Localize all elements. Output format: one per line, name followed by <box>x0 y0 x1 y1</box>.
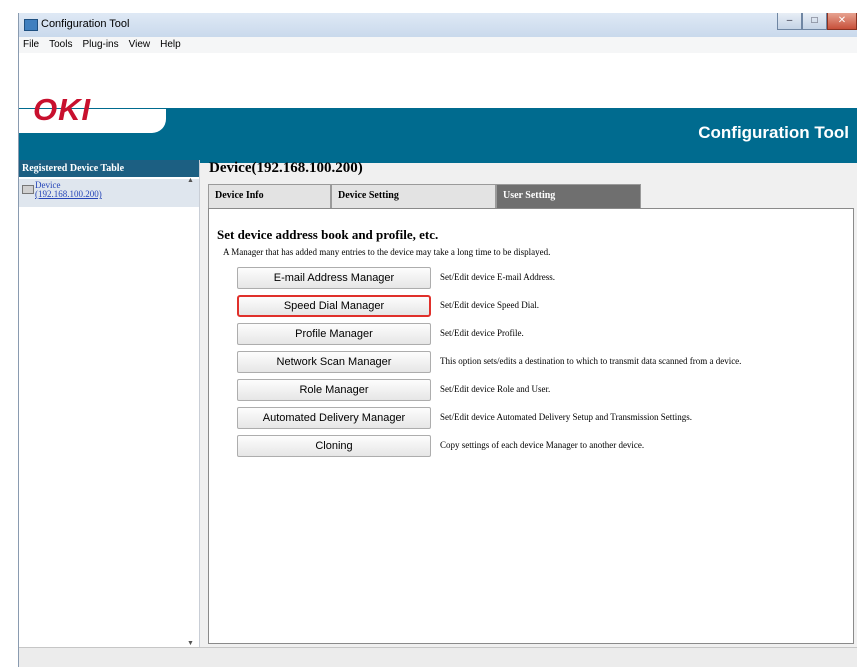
manager-description: Set/Edit device Role and User. <box>440 384 551 394</box>
network-scan-manager-button[interactable]: Network Scan Manager <box>237 351 431 373</box>
sidebar: Registered Device Table Device (192.168.… <box>19 160 200 647</box>
tab-user-setting[interactable]: User Setting <box>496 184 641 208</box>
manager-row: Profile Manager Set/Edit device Profile. <box>237 323 847 345</box>
window-title: Configuration Tool <box>41 18 130 30</box>
title-bar: Configuration Tool – □ ✕ <box>19 13 857 37</box>
manager-description: Set/Edit device Profile. <box>440 328 524 338</box>
window-controls: – □ ✕ <box>777 13 857 31</box>
manager-row: Speed Dial Manager Set/Edit device Speed… <box>237 295 847 317</box>
minimize-button[interactable]: – <box>777 13 802 30</box>
device-ip-link[interactable]: (192.168.100.200) <box>35 189 102 199</box>
role-manager-button[interactable]: Role Manager <box>237 379 431 401</box>
automated-delivery-manager-button[interactable]: Automated Delivery Manager <box>237 407 431 429</box>
tab-device-info[interactable]: Device Info <box>208 184 331 208</box>
sidebar-scrollbar[interactable]: ▲ ▼ <box>187 177 197 647</box>
oki-logo: OKI <box>33 92 92 127</box>
panel-heading: Set device address book and profile, etc… <box>217 227 439 242</box>
menu-bar: File Tools Plug-ins View Help <box>19 37 857 53</box>
app-icon <box>24 19 38 31</box>
page-title: Device(192.168.100.200) <box>209 160 363 176</box>
sidebar-item-device[interactable]: Device (192.168.100.200) <box>19 179 199 207</box>
manager-description: Copy settings of each device Manager to … <box>440 440 645 450</box>
manager-row: Automated Delivery Manager Set/Edit devi… <box>237 407 847 429</box>
scroll-down-icon[interactable]: ▼ <box>187 640 194 647</box>
manager-row: E-mail Address Manager Set/Edit device E… <box>237 267 847 289</box>
profile-manager-button[interactable]: Profile Manager <box>237 323 431 345</box>
speed-dial-manager-button[interactable]: Speed Dial Manager <box>237 295 431 317</box>
scroll-up-icon[interactable]: ▲ <box>187 177 194 184</box>
printer-icon <box>22 185 34 194</box>
user-setting-panel: Set device address book and profile, etc… <box>208 208 854 644</box>
brand-title: Configuration Tool <box>698 123 849 142</box>
manager-row: Role Manager Set/Edit device Role and Us… <box>237 379 847 401</box>
menu-view[interactable]: View <box>125 37 157 53</box>
menu-plugins[interactable]: Plug-ins <box>78 37 124 53</box>
manager-description: This option sets/edits a destination to … <box>440 356 742 366</box>
status-bar <box>19 647 857 667</box>
close-button[interactable]: ✕ <box>827 13 857 30</box>
manager-row: Cloning Copy settings of each device Man… <box>237 435 847 457</box>
manager-description: Set/Edit device E-mail Address. <box>440 272 555 282</box>
tab-bar: Device Info Device Setting User Setting <box>208 184 641 208</box>
maximize-button[interactable]: □ <box>802 13 827 30</box>
sidebar-title: Registered Device Table <box>19 160 199 177</box>
cloning-button[interactable]: Cloning <box>237 435 431 457</box>
menu-file[interactable]: File <box>19 37 45 53</box>
manager-description: Set/Edit device Speed Dial. <box>440 300 539 310</box>
manager-description: Set/Edit device Automated Delivery Setup… <box>440 412 692 422</box>
main-content: Device(192.168.100.200) Device Info Devi… <box>200 160 857 647</box>
app-window: Configuration Tool – □ ✕ File Tools Plug… <box>18 13 857 667</box>
manager-row: Network Scan Manager This option sets/ed… <box>237 351 847 373</box>
menu-tools[interactable]: Tools <box>45 37 78 53</box>
tab-device-setting[interactable]: Device Setting <box>331 184 496 208</box>
menu-help[interactable]: Help <box>156 37 187 53</box>
email-address-manager-button[interactable]: E-mail Address Manager <box>237 267 431 289</box>
panel-subheading: A Manager that has added many entries to… <box>223 247 551 257</box>
app-header: OKI Configuration Tool <box>19 53 857 163</box>
